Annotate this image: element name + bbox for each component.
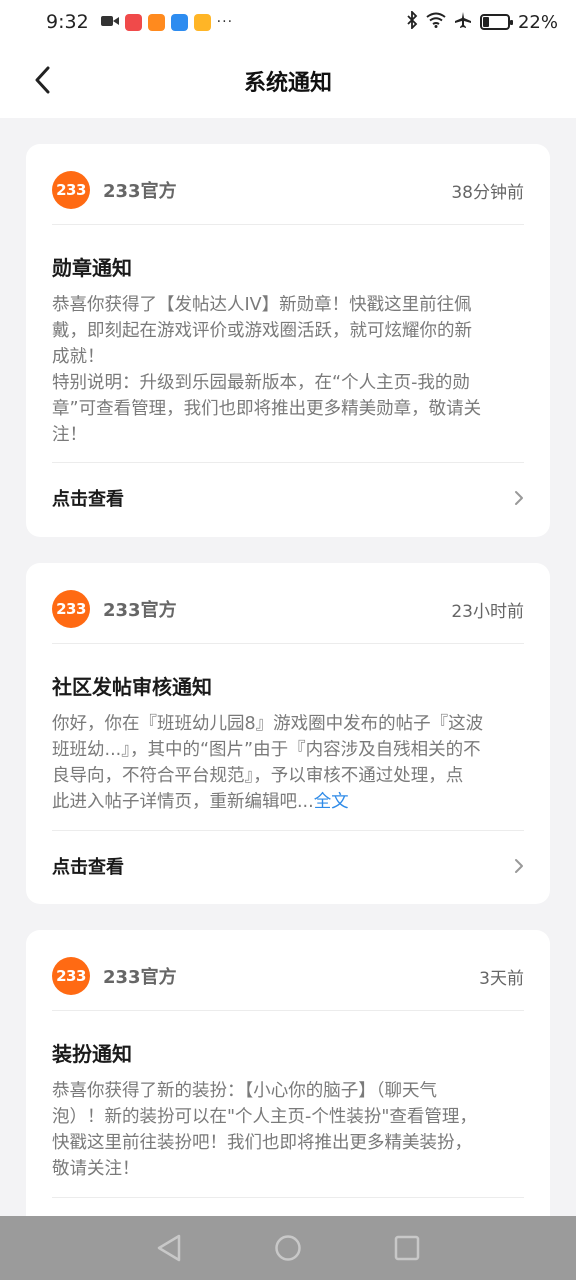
nav-home-button[interactable] — [268, 1228, 308, 1268]
body-line: 敬请关注！ — [52, 1159, 140, 1179]
full-text-link[interactable]: 全文 — [314, 792, 349, 812]
notification-card[interactable]: 233 233官方 23小时前 社区发帖审核通知 你好，你在『班班幼儿园8』游戏… — [26, 563, 550, 904]
header: 系统通知 — [0, 44, 576, 118]
card-header: 233 233官方 38分钟前 — [52, 168, 524, 212]
card-header: 233 233官方 3天前 — [52, 954, 524, 998]
notification-body: 恭喜你获得了新的装扮：【小心你的脑子】（聊天气 泡）！新的装扮可以在"个人主页-… — [52, 1078, 526, 1182]
notification-title: 勋章通知 — [52, 256, 132, 280]
divider — [52, 462, 524, 463]
body-line: 此进入帖子详情页，重新编辑吧... — [52, 792, 314, 812]
nav-recents-button[interactable] — [387, 1228, 427, 1268]
video-icon — [100, 13, 119, 32]
page-title: 系统通知 — [243, 71, 332, 96]
divider — [52, 224, 524, 225]
brand-logo-icon: 233 — [52, 590, 90, 628]
view-details-button[interactable]: 点击查看 — [52, 478, 524, 518]
body-line: 戴，即刻起在游戏评价或游戏圈活跃，就可炫耀你的新 — [52, 321, 472, 341]
battery-level — [482, 17, 489, 27]
notification-title: 社区发帖审核通知 — [52, 675, 212, 699]
app-icon-yellow — [193, 13, 211, 31]
system-nav-bar — [0, 1216, 576, 1280]
notification-card[interactable]: 233 233官方 38分钟前 勋章通知 恭喜你获得了【发帖达人IV】新勋章！快… — [26, 144, 550, 537]
body-line: 特别说明：升级到乐园最新版本，在“个人主页-我的勋 — [52, 373, 470, 393]
body-line: 快戳这里前往装扮吧！我们也即将推出更多精美装扮， — [52, 1133, 472, 1153]
notification-time: 23小时前 — [451, 601, 524, 622]
body-line: 恭喜你获得了新的装扮：【小心你的脑子】（聊天气 — [52, 1081, 437, 1101]
body-line: 班班幼...』，其中的“图片”由于『内容涉及自残相关的不 — [52, 740, 481, 760]
body-line: 恭喜你获得了【发帖达人IV】新勋章！快戳这里前往佩 — [52, 295, 472, 315]
bluetooth-icon — [406, 9, 418, 33]
app-icon-orange — [147, 13, 165, 31]
divider — [52, 1197, 524, 1198]
chevron-left-icon — [35, 66, 50, 94]
brand-logo-icon: 233 — [52, 171, 90, 209]
body-line: 章”可查看管理，我们也即将推出更多精美勋章，敬请关 — [52, 399, 482, 419]
divider — [52, 830, 524, 831]
brand-logo-icon: 233 — [52, 957, 90, 995]
sender-name: 233官方 — [103, 967, 177, 988]
body-line: 良导向，不符合平台规范』，予以审核不通过处理，点 — [52, 766, 464, 786]
status-time: 9:32 — [46, 11, 89, 33]
wifi-icon — [426, 12, 446, 32]
divider — [52, 643, 524, 644]
body-line: 泡）！新的装扮可以在"个人主页-个性装扮"查看管理， — [52, 1107, 477, 1127]
app-icon-blue — [170, 13, 188, 31]
status-bar-right: 22% — [406, 9, 558, 33]
notification-title: 装扮通知 — [52, 1042, 132, 1066]
view-details-button[interactable]: 点击查看 — [52, 846, 524, 886]
status-bar: 9:32 ··· 22% — [0, 0, 576, 44]
square-recents-icon — [394, 1235, 419, 1261]
chevron-right-icon — [514, 490, 524, 506]
sender-name: 233官方 — [103, 181, 177, 202]
circle-home-icon — [275, 1235, 301, 1261]
body-line: 注！ — [52, 425, 87, 445]
body-line: 成就！ — [52, 347, 105, 367]
app-icon-red — [124, 13, 142, 31]
nav-back-button[interactable] — [149, 1228, 189, 1268]
view-details-label: 点击查看 — [52, 489, 124, 510]
divider — [52, 1010, 524, 1011]
back-button[interactable] — [24, 62, 60, 98]
notification-time: 3天前 — [479, 968, 524, 989]
status-bar-left: 9:32 ··· — [46, 11, 233, 33]
triangle-back-icon — [158, 1234, 181, 1262]
notification-body: 你好，你在『班班幼儿园8』游戏圈中发布的帖子『这波 班班幼...』，其中的“图片… — [52, 711, 526, 815]
status-more-dots: ··· — [216, 14, 234, 30]
airplane-icon — [454, 11, 472, 33]
card-header: 233 233官方 23小时前 — [52, 587, 524, 631]
view-details-label: 点击查看 — [52, 857, 124, 878]
battery-percent: 22% — [517, 11, 558, 33]
sender-name: 233官方 — [103, 600, 177, 621]
battery-icon — [479, 14, 513, 30]
chevron-right-icon — [514, 858, 524, 874]
body-line-with-link: 此进入帖子详情页，重新编辑吧...全文 — [52, 789, 526, 815]
notification-body: 恭喜你获得了【发帖达人IV】新勋章！快戳这里前往佩 戴，即刻起在游戏评价或游戏圈… — [52, 292, 526, 448]
notification-time: 38分钟前 — [451, 182, 524, 203]
body-line: 你好，你在『班班幼儿园8』游戏圈中发布的帖子『这波 — [52, 714, 484, 734]
